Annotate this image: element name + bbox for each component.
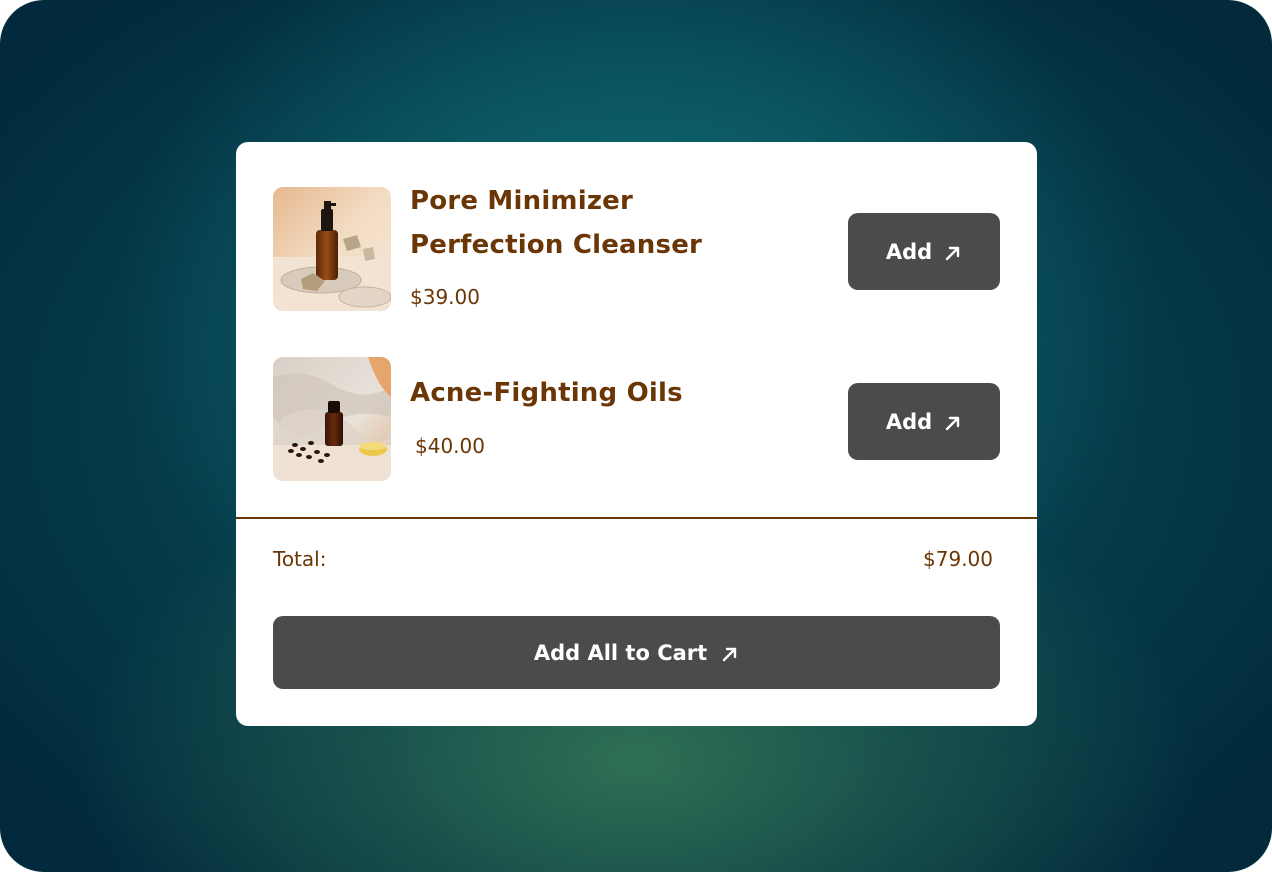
- product-row-2: Acne-Fighting Oils $40.00 Add: [273, 357, 1000, 482]
- add-button-product-2[interactable]: Add: [848, 383, 1000, 460]
- product-image-serum: [273, 187, 391, 311]
- add-button-product-1[interactable]: Add: [848, 213, 1000, 290]
- total-value: $79.00: [923, 547, 993, 571]
- product-name: Pore Minimizer Perfection Cleanser: [410, 186, 703, 260]
- add-all-to-cart-button[interactable]: Add All to Cart: [273, 616, 1000, 689]
- add-button-label: Add: [885, 409, 933, 434]
- arrow-up-right-icon: [721, 644, 739, 662]
- divider: [236, 517, 1037, 519]
- product-image-oil: [273, 357, 391, 481]
- product-row-1: Pore Minimizer Perfection Cleanser $39.0…: [273, 186, 1000, 312]
- product-name: Acne-Fighting Oils: [410, 378, 683, 408]
- product-bundle-card: Pore Minimizer Perfection Cleanser $39.0…: [236, 142, 1037, 726]
- total-label: Total:: [273, 547, 327, 571]
- product-price: $39.00: [410, 285, 480, 309]
- arrow-up-right-icon: [944, 413, 962, 431]
- add-button-label: Add: [885, 239, 933, 264]
- add-all-to-cart-label: Add All to Cart: [533, 640, 708, 665]
- arrow-up-right-icon: [944, 243, 962, 261]
- product-price: $40.00: [415, 434, 485, 458]
- background-frame: Pore Minimizer Perfection Cleanser $39.0…: [0, 0, 1272, 872]
